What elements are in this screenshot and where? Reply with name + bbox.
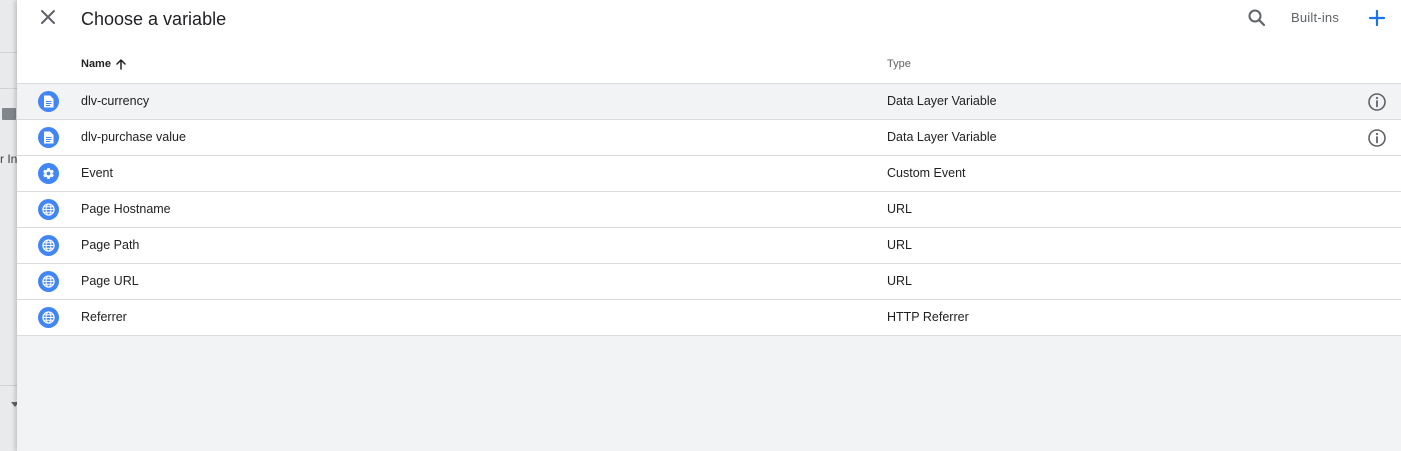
add-variable-button[interactable] xyxy=(1367,8,1387,28)
variable-name: Page URL xyxy=(81,274,139,288)
background-calendar-icon xyxy=(2,108,16,120)
background-divider xyxy=(0,52,17,53)
variable-type: URL xyxy=(887,274,913,288)
built-ins-button[interactable]: Built-ins xyxy=(1291,10,1339,25)
variable-name: Event xyxy=(81,166,113,180)
variable-type: Data Layer Variable xyxy=(887,130,997,144)
variable-type: Custom Event xyxy=(887,166,966,180)
table-row[interactable]: Page Path URL xyxy=(17,228,1401,264)
search-icon xyxy=(1248,9,1266,27)
document-icon xyxy=(38,127,59,148)
variable-name: Page Path xyxy=(81,238,140,252)
table-row[interactable]: Referrer HTTP Referrer xyxy=(17,300,1401,336)
table-row[interactable]: Page URL URL xyxy=(17,264,1401,300)
globe-icon xyxy=(38,235,59,256)
background-page: r In xyxy=(0,0,17,451)
search-button[interactable] xyxy=(1247,8,1267,28)
table-body: dlv-currency Data Layer Variable dlv-purc… xyxy=(17,84,1401,336)
table-row[interactable]: Event Custom Event xyxy=(17,156,1401,192)
variable-type: URL xyxy=(887,238,913,252)
type-column-header[interactable]: Type xyxy=(887,58,911,70)
variable-name: dlv-currency xyxy=(81,94,150,108)
arrow-up-icon xyxy=(116,59,126,70)
table-row[interactable]: dlv-purchase value Data Layer Variable xyxy=(17,120,1401,156)
info-icon[interactable] xyxy=(1367,128,1387,148)
page-title: Choose a variable xyxy=(81,9,227,29)
globe-icon xyxy=(38,307,59,328)
globe-icon xyxy=(38,271,59,292)
table-row[interactable]: dlv-currency Data Layer Variable xyxy=(17,84,1401,120)
close-icon xyxy=(41,10,55,24)
background-divider xyxy=(0,88,17,89)
plus-icon xyxy=(1368,9,1386,27)
gear-icon xyxy=(38,163,59,184)
variable-name: Referrer xyxy=(81,310,127,324)
close-button[interactable] xyxy=(37,6,59,28)
document-icon xyxy=(38,91,59,112)
variable-type: URL xyxy=(887,202,913,216)
variable-name: Page Hostname xyxy=(81,202,171,216)
variables-table: Name Type dlv-currency Data Layer Variabl… xyxy=(17,40,1401,336)
choose-variable-drawer: Choose a variable Built-ins Name Type dl… xyxy=(17,0,1401,451)
background-divider xyxy=(0,385,17,386)
name-column-header[interactable]: Name xyxy=(81,58,127,70)
name-column-label: Name xyxy=(81,58,111,70)
info-icon[interactable] xyxy=(1367,92,1387,112)
globe-icon xyxy=(38,199,59,220)
table-row[interactable]: Page Hostname URL xyxy=(17,192,1401,228)
table-header: Name Type xyxy=(17,40,1401,84)
drawer-header: Choose a variable Built-ins xyxy=(17,0,1401,40)
variable-type: Data Layer Variable xyxy=(887,94,997,108)
variable-name: dlv-purchase value xyxy=(81,130,186,144)
background-partial-text: r In xyxy=(0,152,17,166)
variable-type: HTTP Referrer xyxy=(887,310,969,324)
